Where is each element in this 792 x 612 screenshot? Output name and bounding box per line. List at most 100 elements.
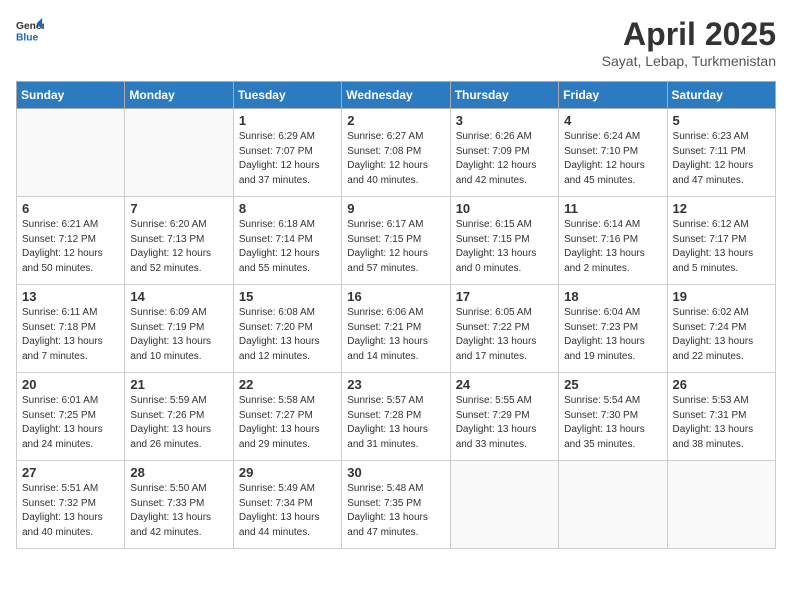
day-cell: 19 Sunrise: 6:02 AM Sunset: 7:24 PM Dayli… (667, 285, 775, 373)
day-info: Sunrise: 5:55 AM Sunset: 7:29 PM Dayligh… (456, 394, 553, 452)
day-cell (450, 461, 558, 549)
day-cell: 5 Sunrise: 6:23 AM Sunset: 7:11 PM Daylig… (667, 109, 775, 197)
day-number: 23 (347, 377, 444, 392)
day-cell: 15 Sunrise: 6:08 AM Sunset: 7:20 PM Dayli… (233, 285, 341, 373)
day-info: Sunrise: 5:50 AM Sunset: 7:33 PM Dayligh… (130, 482, 227, 540)
day-cell: 30Sunrise: 5:48 AM Sunset: 7:35 PM Dayli… (342, 461, 450, 549)
week-row-4: 20 Sunrise: 6:01 AM Sunset: 7:25 PM Dayli… (17, 373, 776, 461)
day-number: 28 (130, 465, 227, 480)
weekday-header-wednesday: Wednesday (342, 82, 450, 109)
weekday-header-sunday: Sunday (17, 82, 125, 109)
day-number: 17 (456, 289, 553, 304)
day-cell: 26 Sunrise: 5:53 AM Sunset: 7:31 PM Dayli… (667, 373, 775, 461)
day-number: 1 (239, 113, 336, 128)
week-row-2: 6 Sunrise: 6:21 AM Sunset: 7:12 PM Daylig… (17, 197, 776, 285)
day-cell: 24 Sunrise: 5:55 AM Sunset: 7:29 PM Dayli… (450, 373, 558, 461)
day-info: Sunrise: 6:24 AM Sunset: 7:10 PM Dayligh… (564, 130, 661, 188)
day-number: 20 (22, 377, 119, 392)
day-cell: 25 Sunrise: 5:54 AM Sunset: 7:30 PM Dayli… (559, 373, 667, 461)
day-info: Sunrise: 6:26 AM Sunset: 7:09 PM Dayligh… (456, 130, 553, 188)
weekday-header-monday: Monday (125, 82, 233, 109)
day-number: 29 (239, 465, 336, 480)
day-cell: 6 Sunrise: 6:21 AM Sunset: 7:12 PM Daylig… (17, 197, 125, 285)
day-cell: 20 Sunrise: 6:01 AM Sunset: 7:25 PM Dayli… (17, 373, 125, 461)
day-info: Sunrise: 5:59 AM Sunset: 7:26 PM Dayligh… (130, 394, 227, 452)
day-number: 13 (22, 289, 119, 304)
day-info: Sunrise: 6:15 AM Sunset: 7:15 PM Dayligh… (456, 218, 553, 276)
day-cell: 21 Sunrise: 5:59 AM Sunset: 7:26 PM Dayli… (125, 373, 233, 461)
month-title: April 2025 (602, 16, 776, 53)
weekday-header-row: SundayMondayTuesdayWednesdayThursdayFrid… (17, 82, 776, 109)
week-row-3: 13 Sunrise: 6:11 AM Sunset: 7:18 PM Dayli… (17, 285, 776, 373)
day-info: Sunrise: 6:08 AM Sunset: 7:20 PM Dayligh… (239, 306, 336, 364)
day-number: 19 (673, 289, 770, 304)
day-cell (559, 461, 667, 549)
day-cell: 23 Sunrise: 5:57 AM Sunset: 7:28 PM Dayli… (342, 373, 450, 461)
day-cell: 18 Sunrise: 6:04 AM Sunset: 7:23 PM Dayli… (559, 285, 667, 373)
day-cell: 12 Sunrise: 6:12 AM Sunset: 7:17 PM Dayli… (667, 197, 775, 285)
day-cell: 7Sunrise: 6:20 AM Sunset: 7:13 PM Daylig… (125, 197, 233, 285)
day-number: 16 (347, 289, 444, 304)
day-info: Sunrise: 6:17 AM Sunset: 7:15 PM Dayligh… (347, 218, 444, 276)
page-header: General Blue April 2025 Sayat, Lebap, Tu… (16, 16, 776, 69)
day-cell: 11 Sunrise: 6:14 AM Sunset: 7:16 PM Dayli… (559, 197, 667, 285)
day-info: Sunrise: 6:04 AM Sunset: 7:23 PM Dayligh… (564, 306, 661, 364)
day-cell: 2 Sunrise: 6:27 AM Sunset: 7:08 PM Daylig… (342, 109, 450, 197)
day-number: 2 (347, 113, 444, 128)
day-cell: 4 Sunrise: 6:24 AM Sunset: 7:10 PM Daylig… (559, 109, 667, 197)
day-info: Sunrise: 6:18 AM Sunset: 7:14 PM Dayligh… (239, 218, 336, 276)
day-info: Sunrise: 6:12 AM Sunset: 7:17 PM Dayligh… (673, 218, 770, 276)
day-info: Sunrise: 6:14 AM Sunset: 7:16 PM Dayligh… (564, 218, 661, 276)
day-info: Sunrise: 6:29 AM Sunset: 7:07 PM Dayligh… (239, 130, 336, 188)
day-info: Sunrise: 6:11 AM Sunset: 7:18 PM Dayligh… (22, 306, 119, 364)
day-cell: 22 Sunrise: 5:58 AM Sunset: 7:27 PM Dayli… (233, 373, 341, 461)
day-number: 26 (673, 377, 770, 392)
day-number: 10 (456, 201, 553, 216)
day-number: 24 (456, 377, 553, 392)
svg-text:Blue: Blue (16, 32, 39, 43)
day-number: 22 (239, 377, 336, 392)
day-info: Sunrise: 5:57 AM Sunset: 7:28 PM Dayligh… (347, 394, 444, 452)
day-info: Sunrise: 5:48 AM Sunset: 7:35 PM Dayligh… (347, 482, 444, 540)
day-info: Sunrise: 6:02 AM Sunset: 7:24 PM Dayligh… (673, 306, 770, 364)
day-cell: 3 Sunrise: 6:26 AM Sunset: 7:09 PM Daylig… (450, 109, 558, 197)
logo-icon: General Blue (16, 16, 44, 44)
day-number: 15 (239, 289, 336, 304)
day-number: 12 (673, 201, 770, 216)
day-info: Sunrise: 5:51 AM Sunset: 7:32 PM Dayligh… (22, 482, 119, 540)
day-info: Sunrise: 5:54 AM Sunset: 7:30 PM Dayligh… (564, 394, 661, 452)
day-info: Sunrise: 6:09 AM Sunset: 7:19 PM Dayligh… (130, 306, 227, 364)
day-cell (17, 109, 125, 197)
day-cell (125, 109, 233, 197)
day-number: 27 (22, 465, 119, 480)
weekday-header-friday: Friday (559, 82, 667, 109)
calendar-table: SundayMondayTuesdayWednesdayThursdayFrid… (16, 81, 776, 549)
day-cell: 28 Sunrise: 5:50 AM Sunset: 7:33 PM Dayli… (125, 461, 233, 549)
day-info: Sunrise: 5:53 AM Sunset: 7:31 PM Dayligh… (673, 394, 770, 452)
day-info: Sunrise: 6:21 AM Sunset: 7:12 PM Dayligh… (22, 218, 119, 276)
day-number: 18 (564, 289, 661, 304)
day-cell: 16 Sunrise: 6:06 AM Sunset: 7:21 PM Dayli… (342, 285, 450, 373)
weekday-header-thursday: Thursday (450, 82, 558, 109)
location-subtitle: Sayat, Lebap, Turkmenistan (602, 53, 776, 69)
day-info: Sunrise: 6:23 AM Sunset: 7:11 PM Dayligh… (673, 130, 770, 188)
title-block: April 2025 Sayat, Lebap, Turkmenistan (602, 16, 776, 69)
day-number: 3 (456, 113, 553, 128)
day-info: Sunrise: 6:01 AM Sunset: 7:25 PM Dayligh… (22, 394, 119, 452)
day-number: 9 (347, 201, 444, 216)
day-cell (667, 461, 775, 549)
day-number: 4 (564, 113, 661, 128)
day-number: 25 (564, 377, 661, 392)
day-cell: 29Sunrise: 5:49 AM Sunset: 7:34 PM Dayli… (233, 461, 341, 549)
day-number: 21 (130, 377, 227, 392)
day-info: Sunrise: 5:58 AM Sunset: 7:27 PM Dayligh… (239, 394, 336, 452)
day-info: Sunrise: 6:06 AM Sunset: 7:21 PM Dayligh… (347, 306, 444, 364)
day-number: 5 (673, 113, 770, 128)
day-cell: 9 Sunrise: 6:17 AM Sunset: 7:15 PM Daylig… (342, 197, 450, 285)
day-cell: 17Sunrise: 6:05 AM Sunset: 7:22 PM Dayli… (450, 285, 558, 373)
day-number: 6 (22, 201, 119, 216)
day-cell: 27 Sunrise: 5:51 AM Sunset: 7:32 PM Dayli… (17, 461, 125, 549)
day-info: Sunrise: 6:27 AM Sunset: 7:08 PM Dayligh… (347, 130, 444, 188)
weekday-header-tuesday: Tuesday (233, 82, 341, 109)
day-number: 11 (564, 201, 661, 216)
